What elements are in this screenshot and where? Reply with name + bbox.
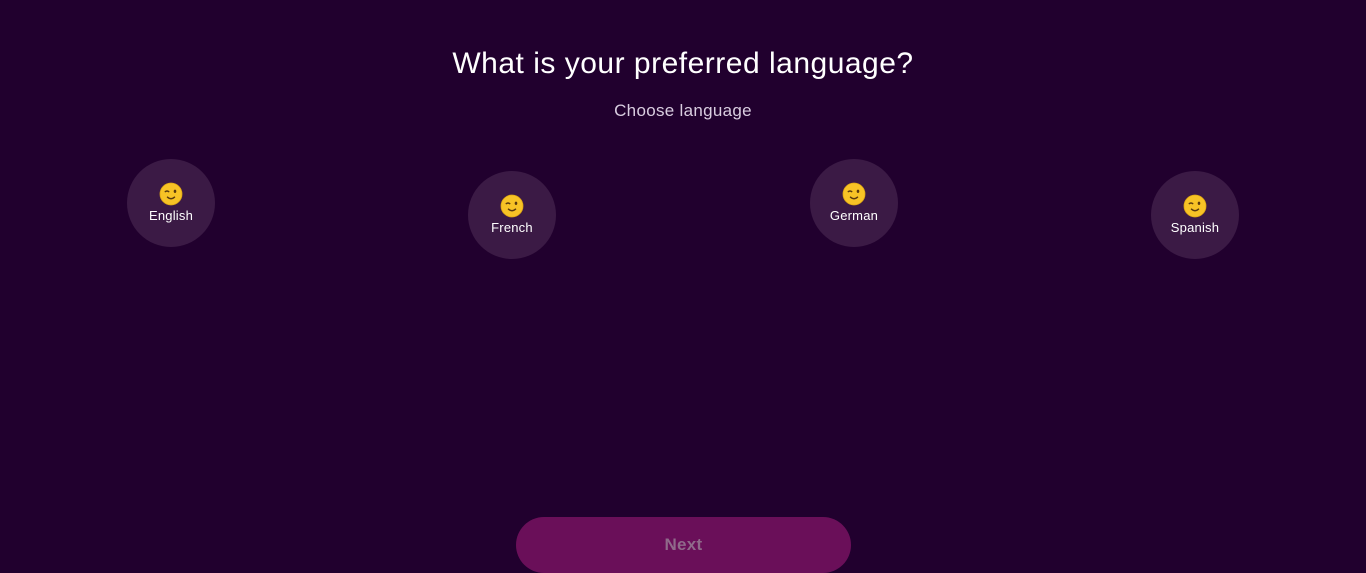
winking-face-icon — [159, 182, 183, 206]
winking-face-icon — [1183, 194, 1207, 218]
language-label: German — [829, 208, 879, 223]
language-selection-screen: What is your preferred language? Choose … — [0, 0, 1366, 573]
next-button[interactable]: Next — [516, 517, 851, 573]
language-label: French — [491, 220, 533, 235]
language-option-spanish[interactable]: Spanish — [1151, 171, 1239, 259]
language-option-french[interactable]: French — [468, 171, 556, 259]
page-subtitle: Choose language — [614, 101, 752, 120]
language-label: Spanish — [1170, 220, 1220, 235]
language-option-english[interactable]: English — [127, 159, 215, 247]
language-option-german[interactable]: German — [810, 159, 898, 247]
winking-face-icon — [500, 194, 524, 218]
language-label: English — [148, 208, 194, 223]
winking-face-icon — [842, 182, 866, 206]
page-title: What is your preferred language? — [452, 47, 914, 80]
